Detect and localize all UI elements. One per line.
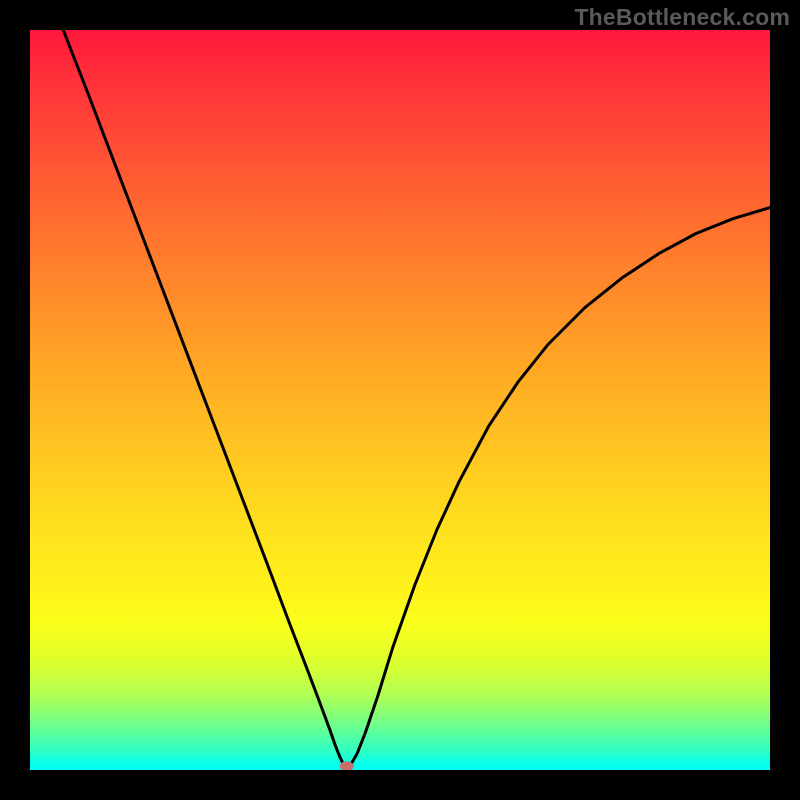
chart-svg bbox=[30, 30, 770, 770]
chart-frame: TheBottleneck.com bbox=[0, 0, 800, 800]
plot-area bbox=[30, 30, 770, 770]
bottleneck-curve bbox=[63, 30, 770, 766]
watermark-text: TheBottleneck.com bbox=[574, 4, 790, 31]
